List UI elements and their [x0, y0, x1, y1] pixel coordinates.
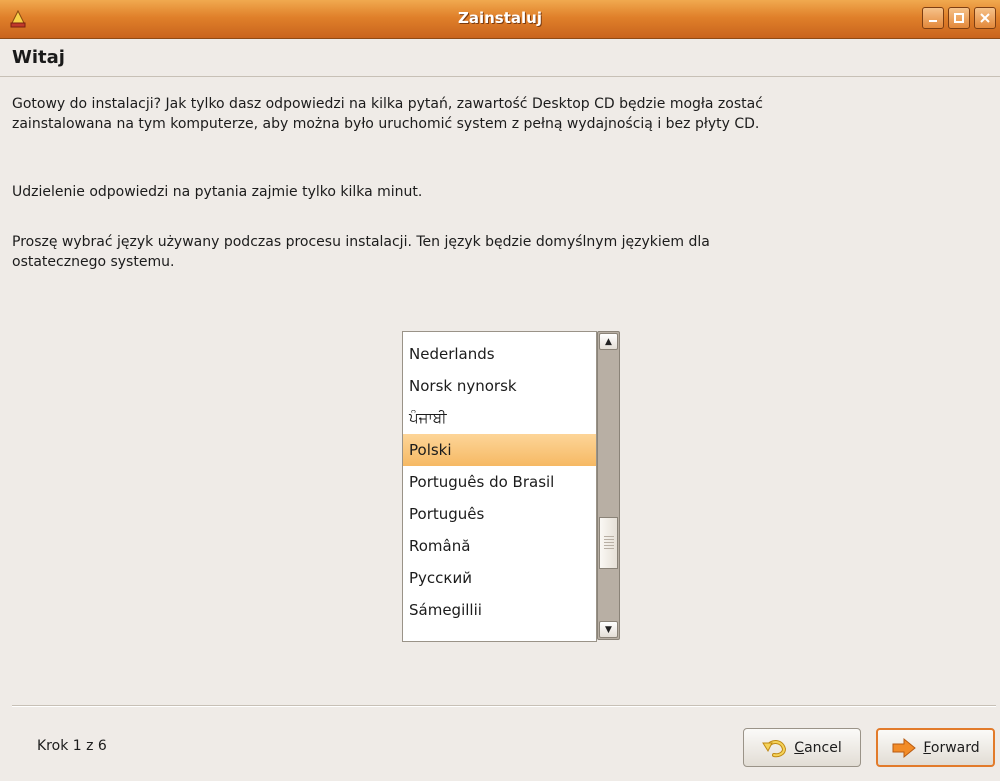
- intro-text: Gotowy do instalacji? Jak tylko dasz odp…: [12, 96, 763, 132]
- minutes-note: Udzielenie odpowiedzi na pytania zajmie …: [12, 184, 423, 200]
- scroll-thumb[interactable]: [599, 517, 618, 569]
- window-titlebar[interactable]: Zainstaluj: [0, 0, 1000, 39]
- list-item[interactable]: Русский: [403, 562, 596, 594]
- language-list[interactable]: Nederlands Norsk nynorsk ਪੰਜਾਬੀ Polski P…: [402, 331, 597, 642]
- scroll-up-icon[interactable]: ▲: [599, 333, 618, 350]
- list-item-selected[interactable]: Polski: [403, 434, 596, 466]
- list-item[interactable]: Nederlands: [403, 338, 596, 370]
- list-item[interactable]: ਪੰਜਾਬੀ: [403, 402, 596, 434]
- cancel-button[interactable]: Cancel: [743, 728, 861, 767]
- footer-separator: [12, 705, 996, 707]
- grip-icon: [604, 536, 614, 550]
- page-title: Witaj: [12, 47, 65, 68]
- forward-label: Forward: [923, 739, 980, 756]
- forward-button[interactable]: Forward: [876, 728, 995, 767]
- minimize-icon[interactable]: [922, 7, 944, 29]
- window-title: Zainstaluj: [457, 9, 542, 27]
- list-item[interactable]: Română: [403, 530, 596, 562]
- language-list-scrollbar[interactable]: ▲ ▼: [597, 331, 620, 640]
- step-indicator: Krok 1 z 6: [37, 738, 107, 754]
- page-header: Witaj: [0, 39, 1000, 77]
- list-item[interactable]: Sámegillii: [403, 594, 596, 626]
- language-prompt: Proszę wybrać język używany podczas proc…: [12, 234, 710, 270]
- list-item[interactable]: Norsk nynorsk: [403, 370, 596, 402]
- maximize-icon[interactable]: [948, 7, 970, 29]
- cancel-label: Cancel: [794, 739, 842, 756]
- list-item[interactable]: Português: [403, 498, 596, 530]
- close-icon[interactable]: [974, 7, 996, 29]
- undo-arrow-icon: [762, 737, 788, 759]
- list-item[interactable]: Português do Brasil: [403, 466, 596, 498]
- forward-arrow-icon: [891, 737, 917, 759]
- scroll-down-icon[interactable]: ▼: [599, 621, 618, 638]
